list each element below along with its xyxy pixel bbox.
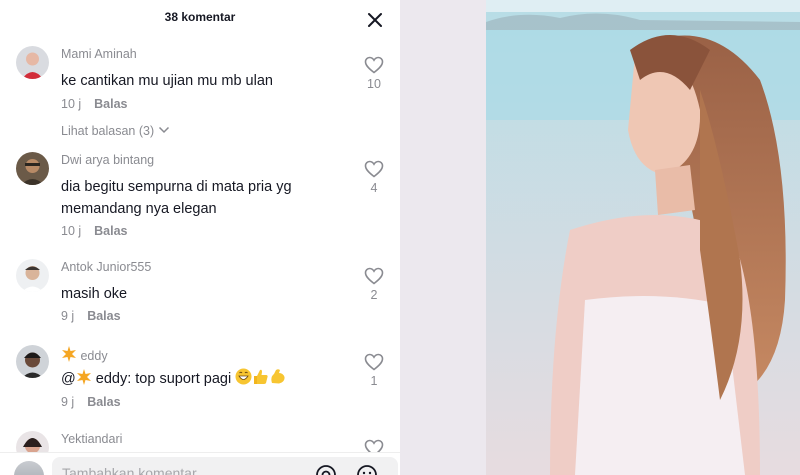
like-count: 2: [370, 288, 378, 302]
comment-author[interactable]: Yektiandari: [61, 432, 122, 446]
comment-text: ke cantikan mu ujian mu mb ulan: [61, 73, 273, 89]
reply-button[interactable]: Balas: [94, 97, 127, 111]
comment-meta: 10 j Balas: [61, 97, 128, 111]
comment-input[interactable]: [52, 457, 398, 475]
heart-outline-icon[interactable]: [364, 160, 384, 178]
heart-outline-icon[interactable]: [364, 267, 384, 285]
comment-author[interactable]: Antok Junior555: [61, 260, 151, 274]
grin-emoji-icon: [235, 368, 252, 385]
video-player[interactable]: [400, 0, 800, 475]
comment-time: 9 j: [61, 395, 75, 409]
avatar[interactable]: [16, 46, 49, 79]
comment-input-bar: [0, 452, 400, 475]
view-replies-button[interactable]: Lihat balasan (3): [61, 124, 170, 138]
comment-time: 9 j: [61, 309, 75, 323]
current-user-avatar: [14, 461, 44, 475]
like-count: 1: [370, 374, 378, 388]
reply-button[interactable]: Balas: [94, 224, 127, 238]
comment-meta: 10 j Balas: [61, 224, 128, 238]
comment-meta: 9 j Balas: [61, 309, 121, 323]
comment-time: 10 j: [61, 224, 82, 238]
comment-text-line: memandang nya elegan: [61, 201, 217, 217]
avatar[interactable]: [16, 152, 49, 185]
video-frame: [400, 0, 800, 475]
like-count: 10: [367, 77, 381, 91]
comment-text: @ eddy: top suport pagi: [61, 368, 351, 390]
comment-author[interactable]: Mami Aminah: [61, 47, 137, 61]
smile-icon[interactable]: [356, 464, 378, 475]
chevron-down-icon: [158, 126, 169, 134]
flexed-biceps-emoji-icon: [271, 369, 285, 384]
comment-text: masih oke: [61, 286, 128, 302]
like-count: 4: [370, 181, 378, 195]
comment-panel: 38 komentar Mami Aminah ke cantikan mu u…: [0, 0, 400, 475]
mention-prefix: @: [61, 371, 76, 387]
comment-text-body: eddy: top suport pagi: [91, 371, 236, 387]
sparkle-emoji-icon: [76, 369, 91, 385]
heart-outline-icon[interactable]: [364, 56, 384, 74]
comment-author[interactable]: Dwi arya bintang: [61, 153, 154, 167]
heart-outline-icon[interactable]: [364, 353, 384, 371]
reply-button[interactable]: Balas: [87, 309, 120, 323]
view-replies-label: Lihat balasan (3): [61, 124, 155, 138]
comment-count-title: 38 komentar: [164, 10, 236, 24]
avatar[interactable]: [16, 345, 49, 378]
comment-meta: 9 j Balas: [61, 395, 121, 409]
reply-button[interactable]: Balas: [87, 395, 120, 409]
comment-time: 10 j: [61, 97, 82, 111]
comment-panel-header: 38 komentar: [0, 0, 400, 36]
avatar[interactable]: [16, 259, 49, 292]
comment-author[interactable]: eddy: [61, 346, 108, 363]
at-sign-icon[interactable]: [315, 464, 337, 475]
close-icon[interactable]: [366, 11, 384, 29]
thumbs-up-emoji-icon: [254, 369, 268, 384]
comment-author-name: eddy: [80, 349, 108, 363]
comment-text-line: dia begitu sempurna di mata pria yg: [61, 179, 292, 195]
sparkle-emoji-icon: [62, 346, 76, 362]
